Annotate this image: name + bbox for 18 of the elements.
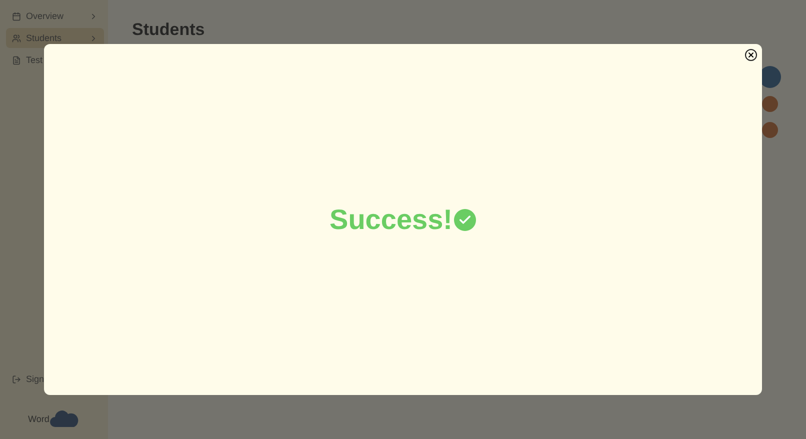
chevron-icon <box>89 12 98 20</box>
cloud-icon <box>49 409 80 429</box>
check-icon <box>454 208 476 230</box>
avatar-icon <box>762 122 778 138</box>
logo-text: Word <box>28 414 50 424</box>
users-icon <box>12 34 21 42</box>
close-icon <box>747 51 755 59</box>
sidebar-item[interactable]: Test <box>6 50 104 70</box>
close-button[interactable] <box>745 49 757 61</box>
sign-out-item[interactable]: Sign <box>6 369 104 389</box>
page-title: Students <box>132 20 206 40</box>
calendar-icon <box>12 12 21 20</box>
file-icon <box>12 56 21 64</box>
success-message: Success! <box>330 204 452 236</box>
avatar-icon <box>762 96 778 112</box>
sidebar-item[interactable]: Overview <box>6 6 104 26</box>
chevron-icon <box>89 34 98 42</box>
logout-icon <box>12 374 21 384</box>
